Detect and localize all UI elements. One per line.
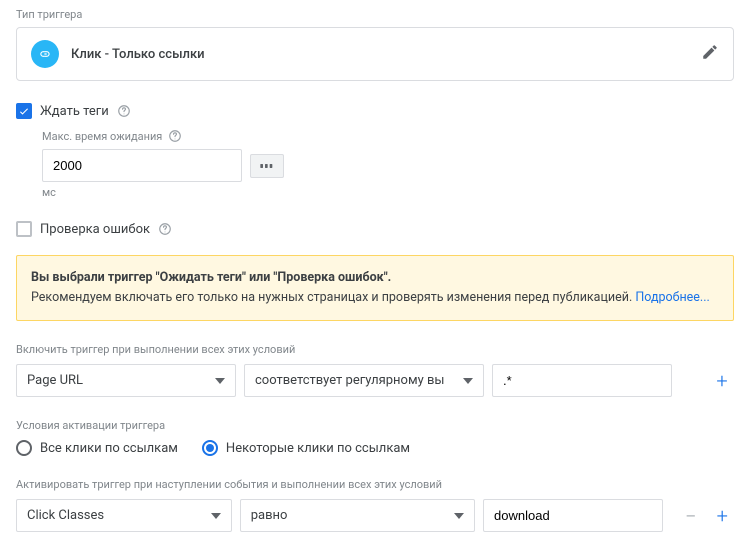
radio-label: Все клики по ссылкам [40, 441, 178, 456]
radio-some-clicks[interactable]: Некоторые клики по ссылкам [202, 440, 410, 456]
help-icon[interactable] [117, 104, 131, 118]
wait-tags-checkbox[interactable] [16, 103, 32, 119]
trigger-type-card[interactable]: Клик - Только ссылки [16, 27, 734, 81]
enable-cond-operator-select[interactable]: соответствует регулярному вы [244, 364, 484, 397]
enable-cond-label: Включить триггер при выполнении всех эти… [16, 343, 734, 356]
select-value: Page URL [27, 373, 83, 388]
select-value: Click Classes [27, 508, 104, 523]
remove-condition-button[interactable]: − [679, 504, 702, 528]
select-value: равно [251, 508, 288, 523]
warning-learn-more-link[interactable]: Подробнее... [635, 290, 709, 305]
fire-cond-operator-select[interactable]: равно [240, 499, 475, 532]
variable-picker-button[interactable] [250, 154, 284, 178]
warning-line1: Вы выбрали триггер "Ожидать теги" или "П… [31, 268, 719, 288]
ms-unit-label: мс [42, 186, 734, 199]
radio-icon [16, 440, 32, 456]
radio-icon [202, 440, 218, 456]
warning-line2: Рекомендуем включать его только на нужны… [31, 290, 635, 305]
radio-label: Некоторые клики по ссылкам [226, 441, 410, 456]
wait-tags-checkbox-row[interactable]: Ждать теги [16, 103, 734, 119]
help-icon[interactable] [158, 222, 172, 236]
error-check-row[interactable]: Проверка ошибок [16, 221, 734, 237]
add-condition-button[interactable]: + [710, 369, 734, 393]
error-check-label: Проверка ошибок [40, 222, 150, 237]
chevron-down-icon [463, 373, 473, 388]
radio-all-clicks[interactable]: Все клики по ссылкам [16, 440, 178, 456]
error-check-checkbox[interactable] [16, 221, 32, 237]
chevron-down-icon [211, 508, 221, 523]
wait-tags-label: Ждать теги [40, 104, 109, 119]
max-wait-label: Макс. время ожидания [42, 130, 162, 143]
add-condition-button[interactable]: + [711, 504, 734, 528]
chevron-down-icon [215, 373, 225, 388]
fire-cond-label: Активировать триггер при наступлении соб… [16, 478, 734, 491]
section-label-trigger-type: Тип триггера [16, 8, 734, 21]
link-icon [31, 40, 59, 68]
help-icon[interactable] [168, 129, 182, 143]
warning-box: Вы выбрали триггер "Ожидать теги" или "П… [16, 255, 734, 321]
activation-label: Условия активации триггера [16, 419, 734, 432]
max-wait-input[interactable] [42, 149, 242, 182]
trigger-type-name: Клик - Только ссылки [71, 47, 689, 62]
enable-cond-value-input[interactable] [492, 364, 672, 397]
select-value: соответствует регулярному вы [255, 373, 444, 388]
fire-cond-variable-select[interactable]: Click Classes [16, 499, 232, 532]
edit-icon[interactable] [701, 43, 719, 65]
enable-cond-variable-select[interactable]: Page URL [16, 364, 236, 397]
fire-cond-value-input[interactable] [483, 499, 663, 532]
chevron-down-icon [454, 508, 464, 523]
